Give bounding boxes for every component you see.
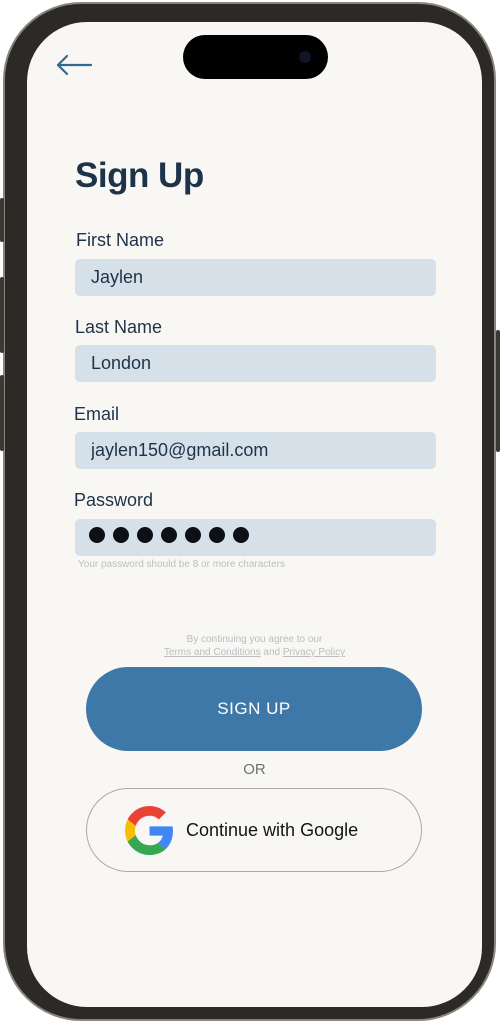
- privacy-link[interactable]: Privacy Policy: [283, 647, 345, 658]
- password-dot: [185, 527, 201, 543]
- password-dot: [233, 527, 249, 543]
- app-screen: Sign Up First Name Last Name Email Passw…: [27, 22, 482, 1007]
- password-mask: [89, 527, 249, 543]
- password-dot: [137, 527, 153, 543]
- password-dot: [113, 527, 129, 543]
- back-button[interactable]: [53, 50, 93, 80]
- sign-up-button[interactable]: SIGN UP: [86, 667, 422, 751]
- phone-frame: Sign Up First Name Last Name Email Passw…: [3, 2, 496, 1021]
- password-hint: Your password should be 8 or more charac…: [78, 559, 285, 570]
- email-field[interactable]: [75, 432, 436, 469]
- page-title: Sign Up: [75, 156, 204, 195]
- google-button-label: Continue with Google: [186, 820, 359, 840]
- continue-with-google-button[interactable]: Continue with Google: [86, 788, 422, 872]
- terms-link[interactable]: Terms and Conditions: [164, 647, 261, 658]
- first-name-field[interactable]: [75, 259, 436, 296]
- password-dot: [89, 527, 105, 543]
- password-dot: [209, 527, 225, 543]
- email-label: Email: [74, 404, 120, 424]
- first-name-label: First Name: [76, 230, 165, 250]
- password-dot: [161, 527, 177, 543]
- volume-down-button: [0, 375, 4, 451]
- dynamic-island: [183, 35, 328, 79]
- last-name-label: Last Name: [75, 317, 163, 337]
- terms-notice: By continuing you agree to our Terms and…: [27, 633, 482, 659]
- or-divider: OR: [243, 761, 266, 778]
- volume-up-button: [0, 277, 4, 353]
- last-name-field[interactable]: [75, 345, 436, 382]
- power-button: [496, 330, 500, 452]
- terms-prefix: By continuing you agree to our: [186, 634, 323, 645]
- google-icon: [125, 806, 173, 855]
- terms-conjunction: and: [263, 647, 281, 658]
- password-label: Password: [74, 490, 154, 510]
- action-button: [0, 198, 4, 242]
- front-camera: [299, 51, 311, 63]
- arrow-left-icon: [56, 54, 93, 76]
